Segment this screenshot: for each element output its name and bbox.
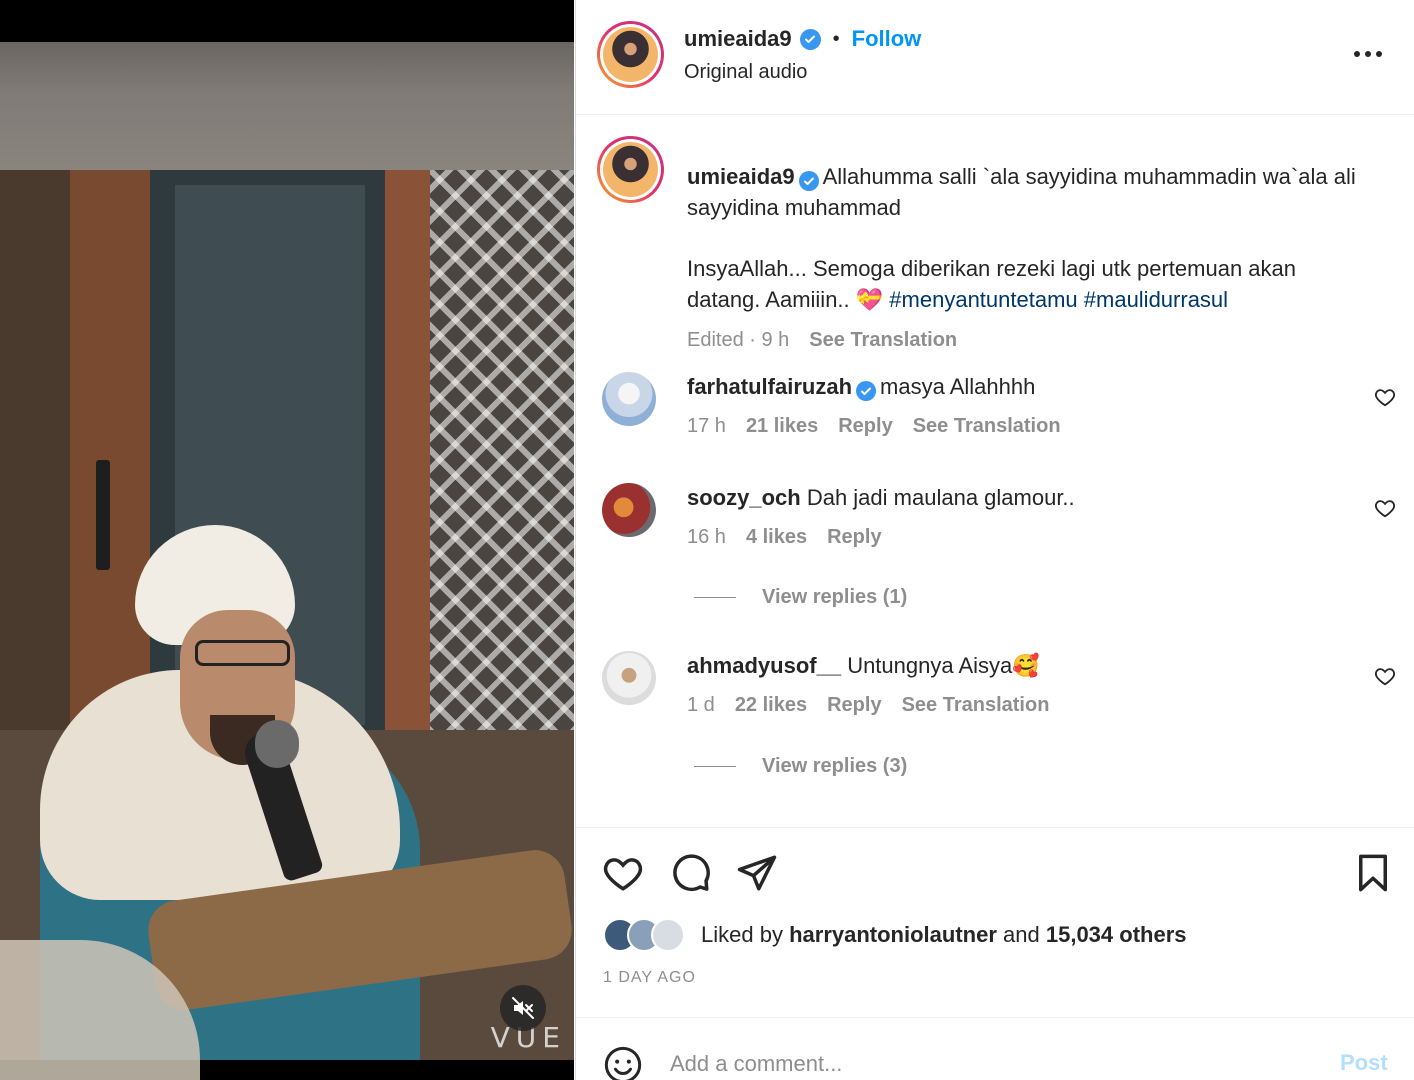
video-blurred-top (0, 42, 574, 170)
heart-icon[interactable] (602, 852, 644, 894)
comment-likes-link[interactable]: 21 likes (746, 415, 818, 438)
commenter-username[interactable]: soozy_och (687, 485, 801, 510)
verified-badge-icon (856, 381, 877, 401)
caption-edited-time: Edited · 9 h (687, 329, 790, 351)
comment-likes-link[interactable]: 22 likes (735, 694, 807, 717)
comment-likes-link[interactable]: 4 likes (746, 526, 807, 549)
post-details-panel: umieaida9 • Follow Original audio umieai… (575, 0, 1414, 1080)
audio-label[interactable]: Original audio (684, 61, 807, 84)
see-translation-link[interactable]: See Translation (913, 415, 1061, 438)
comment-bubble-icon[interactable] (670, 852, 712, 894)
view-replies-label: View replies (3) (762, 755, 908, 777)
reply-button[interactable]: Reply (838, 415, 892, 438)
view-replies-button[interactable]: View replies (1) (694, 586, 907, 609)
commenter-avatar[interactable] (602, 372, 656, 426)
view-replies-button[interactable]: View replies (3) (694, 755, 907, 778)
reply-button[interactable]: Reply (827, 526, 881, 549)
caption-avatar[interactable] (597, 136, 664, 203)
commenter-avatar[interactable] (602, 483, 656, 537)
author-username[interactable]: umieaida9 (684, 26, 792, 52)
more-options-icon[interactable] (1354, 42, 1390, 66)
add-comment-bar: Post (576, 1017, 1414, 1080)
view-replies-label: View replies (1) (762, 586, 908, 608)
verified-badge-icon (798, 171, 819, 191)
comment-time: 16 h (687, 526, 726, 548)
caption-username[interactable]: umieaida9 (687, 164, 795, 189)
like-comment-heart-icon[interactable] (1374, 386, 1396, 408)
see-translation-link[interactable]: See Translation (809, 325, 957, 356)
see-translation-link[interactable]: See Translation (902, 694, 1050, 717)
door-handle (96, 460, 110, 570)
liked-by-summary[interactable]: Liked by harryantoniolautner and 15,034 … (603, 918, 1187, 952)
comment-text: masya Allahhhh (880, 374, 1036, 399)
comments-list[interactable]: umieaida9 Allahumma salli `ala sayyidina … (576, 116, 1414, 826)
commenter-avatar[interactable] (602, 651, 656, 705)
comment-input[interactable] (670, 1048, 1290, 1080)
post-video[interactable]: VUE (0, 0, 574, 1080)
follow-button[interactable]: Follow (852, 26, 922, 52)
video-frame (0, 170, 574, 1080)
speaker-muted-icon (512, 997, 534, 1019)
emoji-smiley-icon[interactable] (603, 1045, 643, 1080)
paper-plane-icon[interactable] (736, 852, 778, 894)
hashtag-link[interactable]: #menyantuntetamu (889, 287, 1077, 312)
liked-by-prefix: Liked by (701, 922, 783, 947)
liked-by-user[interactable]: harryantoniolautner (789, 922, 997, 948)
liked-by-and: and (1003, 922, 1040, 947)
comment-text: Dah jadi maulana glamour.. (806, 485, 1075, 510)
separator-dot: • (832, 27, 840, 50)
post-comment-button[interactable]: Post (1340, 1050, 1388, 1076)
comment-time: 1 d (687, 694, 715, 716)
comment-time: 17 h (687, 415, 726, 437)
liked-by-others[interactable]: 15,034 others (1046, 922, 1187, 948)
commenter-username[interactable]: ahmadyusof__ (687, 653, 841, 678)
like-comment-heart-icon[interactable] (1374, 497, 1396, 519)
commenter-username[interactable]: farhatulfairuzah (687, 374, 852, 399)
mute-toggle-button[interactable] (500, 985, 546, 1031)
comment-text: Untungnya Aisya🥰 (847, 653, 1040, 678)
bookmark-icon[interactable] (1352, 852, 1394, 894)
verified-badge-icon (799, 28, 821, 50)
hashtag-link[interactable]: #maulidurrasul (1084, 287, 1228, 312)
post-actions: Liked by harryantoniolautner and 15,034 … (576, 827, 1414, 1017)
post-timestamp[interactable]: 1 DAY AGO (603, 969, 696, 987)
reply-button[interactable]: Reply (827, 694, 881, 717)
author-avatar[interactable] (597, 21, 664, 88)
post-header: umieaida9 • Follow Original audio (576, 0, 1414, 115)
liked-by-avatars (603, 918, 685, 952)
like-comment-heart-icon[interactable] (1374, 665, 1396, 687)
